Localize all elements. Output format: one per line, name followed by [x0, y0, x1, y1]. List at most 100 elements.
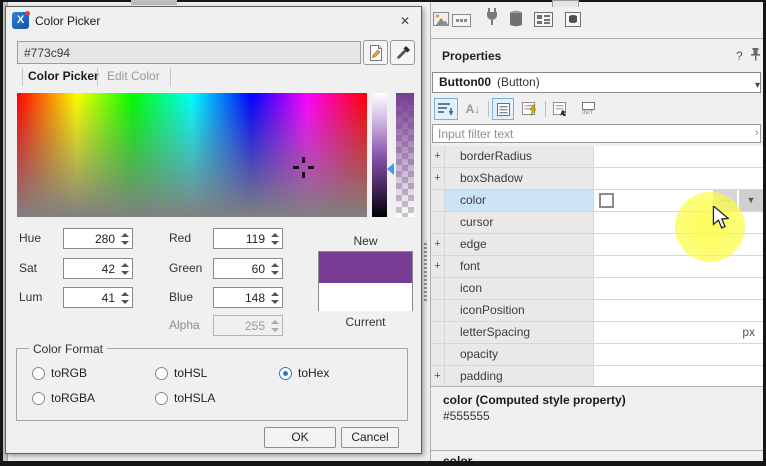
tab-edit-color[interactable]: Edit Color: [107, 69, 160, 83]
expand-toggle[interactable]: [431, 212, 445, 234]
widget-selector[interactable]: Button00(Button) ▾: [432, 72, 761, 93]
luminance-marker-icon[interactable]: [387, 163, 394, 175]
expand-toggle[interactable]: [431, 322, 445, 344]
table-row[interactable]: letterSpacingpx: [431, 322, 763, 344]
expand-toggle[interactable]: [431, 344, 445, 366]
spin-up-icon[interactable]: [121, 233, 129, 237]
spin-up-icon[interactable]: [271, 263, 279, 267]
spinner-arrows[interactable]: [119, 261, 130, 277]
property-name[interactable]: edge: [445, 234, 594, 256]
property-name[interactable]: opacity: [445, 344, 594, 366]
color-crosshair[interactable]: [293, 157, 314, 178]
spinner-arrows[interactable]: [269, 261, 280, 277]
radio-torgb[interactable]: toRGB: [32, 366, 87, 380]
spin-down-icon[interactable]: [121, 300, 129, 304]
alpha-slider[interactable]: [396, 93, 414, 217]
property-name[interactable]: iconPosition: [445, 300, 594, 322]
table-row[interactable]: icon: [431, 278, 763, 300]
property-value[interactable]: [594, 146, 763, 168]
spin-up-icon[interactable]: [271, 292, 279, 296]
sort-categorized-button[interactable]: [434, 98, 458, 120]
spin-down-icon[interactable]: [271, 300, 279, 304]
help-button[interactable]: ?: [736, 49, 743, 63]
form-list-tool-button[interactable]: [533, 9, 553, 29]
property-name[interactable]: icon: [445, 278, 594, 300]
radio-icon[interactable]: [155, 367, 168, 380]
color-swatch[interactable]: [599, 193, 614, 208]
expand-toggle[interactable]: +: [431, 146, 445, 168]
blue-spinner[interactable]: 148: [213, 287, 283, 308]
table-row[interactable]: +padding: [431, 366, 763, 386]
sort-alpha-button[interactable]: A↓: [462, 98, 484, 120]
property-value[interactable]: [594, 366, 763, 386]
init-button[interactable]: INIT: [575, 98, 601, 120]
property-value[interactable]: [594, 300, 763, 322]
dialog-titlebar[interactable]: X Color Picker ✕: [6, 7, 421, 35]
filter-input[interactable]: [432, 124, 761, 143]
close-icon[interactable]: ✕: [397, 13, 413, 29]
property-name[interactable]: font: [445, 256, 594, 278]
green-spinner[interactable]: 60: [213, 258, 283, 279]
expand-toggle[interactable]: +: [431, 234, 445, 256]
hex-color-input[interactable]: [17, 41, 361, 64]
expand-toggle[interactable]: [431, 190, 445, 212]
spin-up-icon[interactable]: [121, 263, 129, 267]
radio-tohsl[interactable]: toHSL: [155, 366, 207, 380]
table-row[interactable]: +borderRadius: [431, 146, 763, 168]
radio-tohex[interactable]: toHex: [279, 366, 329, 380]
radio-tohsla[interactable]: toHSLA: [155, 391, 215, 405]
image-tool-button[interactable]: [431, 9, 451, 29]
property-value[interactable]: [594, 168, 763, 190]
ellipsis-tool-button[interactable]: [451, 10, 471, 30]
spin-down-icon[interactable]: [121, 241, 129, 245]
spinner-arrows[interactable]: [269, 290, 280, 306]
spin-up-icon[interactable]: [271, 233, 279, 237]
spin-down-icon[interactable]: [271, 271, 279, 275]
saturation-hue-field[interactable]: [17, 93, 367, 217]
spinner-arrows[interactable]: [269, 231, 280, 247]
pin-button[interactable]: [750, 48, 761, 64]
table-row[interactable]: opacity: [431, 344, 763, 366]
eyedropper-button[interactable]: [390, 40, 415, 65]
property-value[interactable]: [594, 344, 763, 366]
table-row[interactable]: iconPosition: [431, 300, 763, 322]
cancel-button[interactable]: Cancel: [341, 427, 399, 448]
radio-icon[interactable]: [32, 367, 45, 380]
ok-button[interactable]: OK: [264, 427, 336, 448]
value-dropdown-button[interactable]: ▼: [739, 190, 763, 211]
expand-toggle[interactable]: [431, 300, 445, 322]
red-spinner[interactable]: 119: [213, 228, 283, 249]
radio-torgba[interactable]: toRGBA: [32, 391, 95, 405]
database-tool-button[interactable]: [563, 9, 583, 29]
expand-toggle[interactable]: [431, 278, 445, 300]
expand-toggle[interactable]: +: [431, 366, 445, 386]
trash-tool-button[interactable]: [506, 8, 526, 28]
property-value[interactable]: px: [594, 322, 763, 344]
plug-tool-button[interactable]: [482, 7, 502, 27]
property-name[interactable]: cursor: [445, 212, 594, 234]
property-value[interactable]: [594, 256, 763, 278]
splitter-handle[interactable]: [424, 243, 427, 301]
spin-down-icon[interactable]: [271, 241, 279, 245]
radio-icon[interactable]: [279, 367, 292, 380]
luminance-slider[interactable]: [372, 93, 387, 217]
property-name[interactable]: color: [445, 190, 594, 212]
table-row[interactable]: +boxShadow: [431, 168, 763, 190]
lum-spinner[interactable]: 41: [63, 287, 133, 308]
radio-icon[interactable]: [32, 392, 45, 405]
radio-icon[interactable]: [155, 392, 168, 405]
show-properties-button[interactable]: [492, 98, 514, 120]
property-name[interactable]: boxShadow: [445, 168, 594, 190]
hue-spinner[interactable]: 280: [63, 228, 133, 249]
spinner-arrows[interactable]: [119, 231, 130, 247]
property-name[interactable]: padding: [445, 366, 594, 386]
spin-up-icon[interactable]: [121, 292, 129, 296]
show-changed-button[interactable]: [549, 98, 573, 120]
tab-color-picker[interactable]: Color Picker: [28, 69, 99, 83]
copy-color-button[interactable]: [363, 40, 388, 65]
spinner-arrows[interactable]: [119, 290, 130, 306]
sat-spinner[interactable]: 42: [63, 258, 133, 279]
expand-toggle[interactable]: +: [431, 168, 445, 190]
spin-down-icon[interactable]: [121, 271, 129, 275]
filter-clear-icon[interactable]: ›: [755, 127, 759, 139]
